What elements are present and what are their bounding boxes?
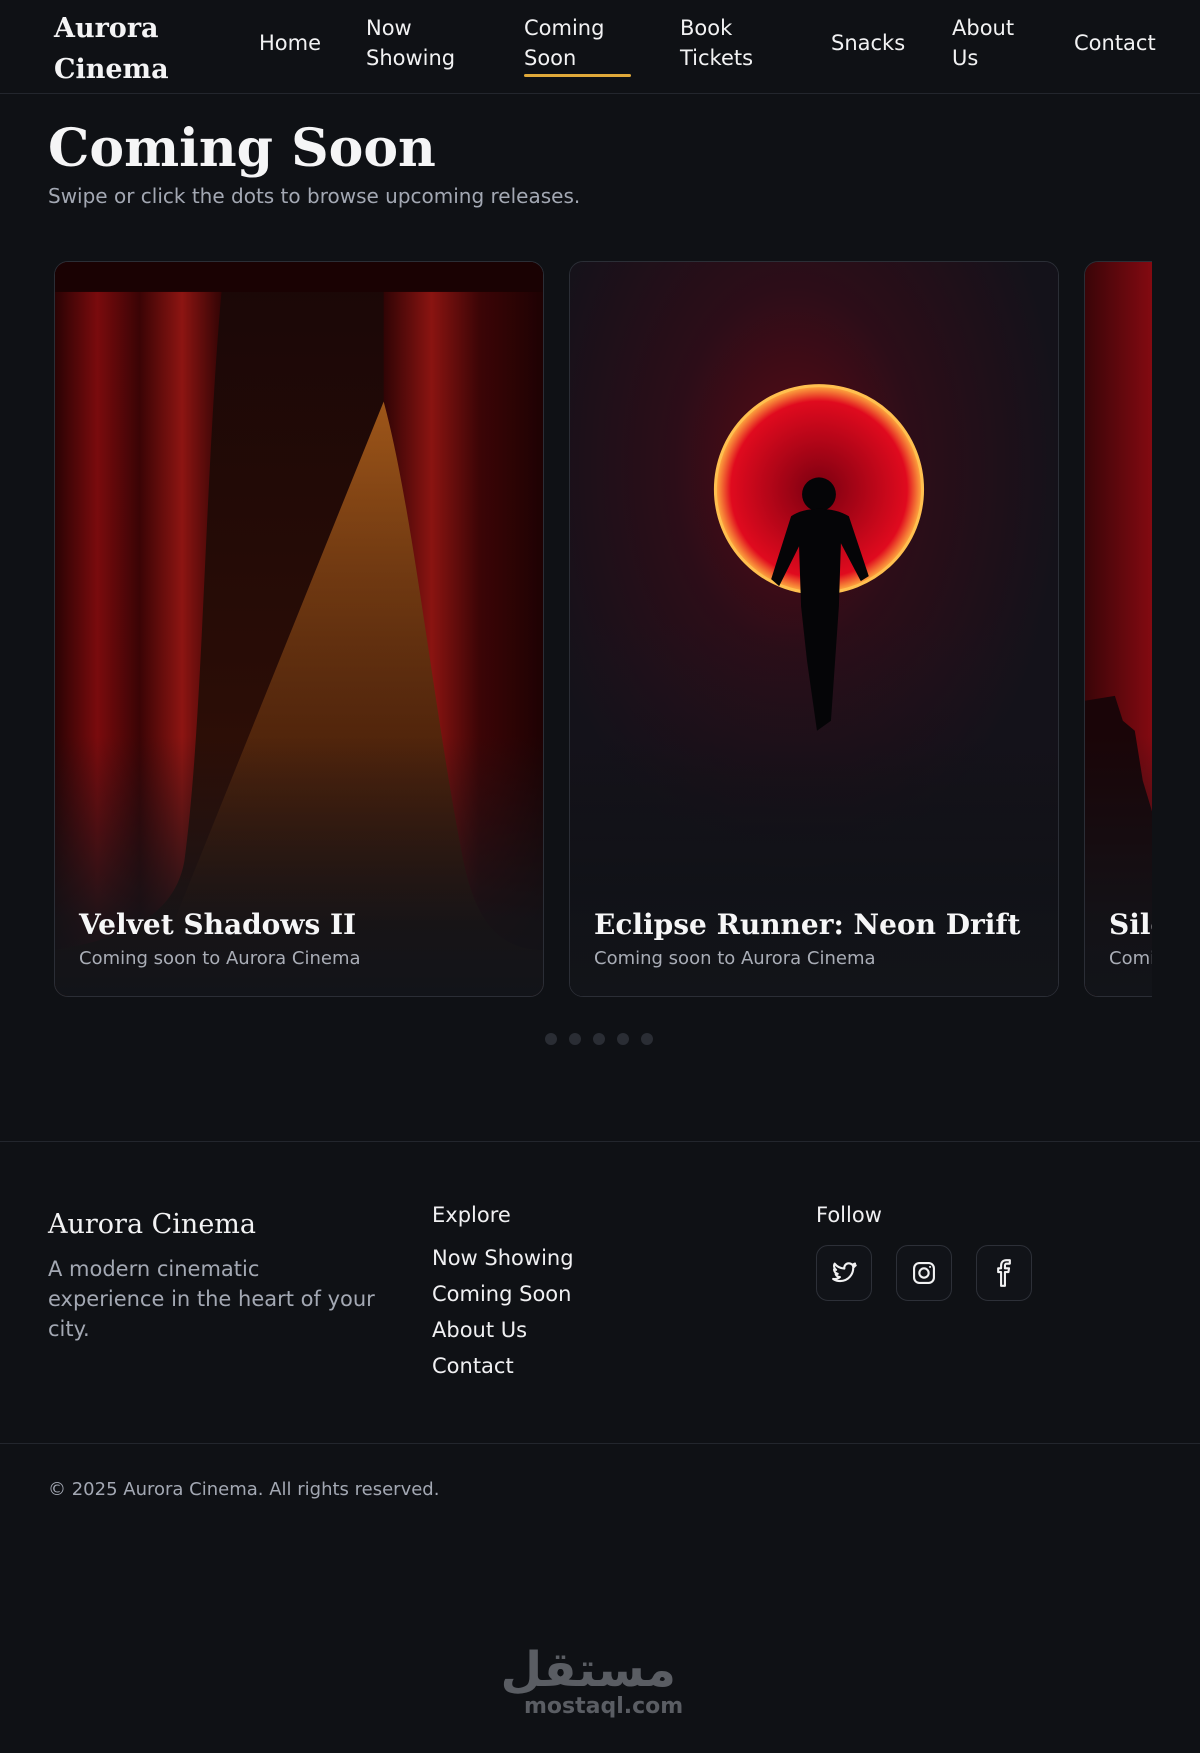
movie-card[interactable]: Velvet Shadows II Coming soon to Aurora … — [54, 261, 544, 997]
footer-brand: Aurora Cinema — [48, 1209, 256, 1240]
footer-link-contact[interactable]: Contact — [432, 1351, 514, 1381]
footer-divider — [0, 1141, 1200, 1142]
carousel-dot[interactable] — [617, 1033, 629, 1045]
coming-soon-carousel[interactable]: Velvet Shadows II Coming soon to Aurora … — [54, 261, 1152, 997]
watermark-latin: mostaql.com — [524, 1694, 684, 1719]
movie-card[interactable]: Sile Comi — [1084, 261, 1152, 997]
footer-tagline: A modern cinematic experience in the hea… — [48, 1257, 375, 1341]
nav-now-showing[interactable]: Now Showing — [366, 13, 466, 73]
nav-contact[interactable]: Contact — [1074, 28, 1156, 58]
nav-book-tickets[interactable]: Book Tickets — [680, 13, 770, 73]
movie-subtitle: Coming soon to Aurora Cinema — [594, 948, 876, 969]
page-subtitle: Swipe or click the dots to browse upcomi… — [48, 184, 581, 208]
footer-link-now-showing[interactable]: Now Showing — [432, 1243, 574, 1273]
nav-coming-soon-label: Coming Soon — [524, 16, 605, 70]
explore-heading: Explore — [432, 1203, 511, 1227]
top-navbar: Aurora Cinema Home Now Showing Coming So… — [0, 0, 1200, 94]
facebook-button[interactable] — [976, 1245, 1032, 1301]
carousel-dot[interactable] — [641, 1033, 653, 1045]
movie-title: Eclipse Runner: Neon Drift — [594, 908, 1021, 941]
instagram-button[interactable] — [896, 1245, 952, 1301]
active-nav-indicator — [524, 74, 631, 77]
mostaql-watermark: مستقل mostaql.com — [500, 1642, 684, 1719]
twitter-icon — [832, 1262, 857, 1283]
carousel-dot[interactable] — [593, 1033, 605, 1045]
facebook-icon — [997, 1259, 1011, 1287]
instagram-icon — [913, 1262, 935, 1284]
movie-subtitle: Comi — [1109, 948, 1152, 969]
nav-coming-soon[interactable]: Coming Soon — [524, 13, 631, 77]
movie-subtitle: Coming soon to Aurora Cinema — [79, 948, 361, 969]
movie-title: Sile — [1109, 908, 1152, 941]
copyright-text: © 2025 Aurora Cinema. All rights reserve… — [48, 1479, 440, 1500]
nav-snacks[interactable]: Snacks — [831, 28, 905, 58]
carousel-dot[interactable] — [545, 1033, 557, 1045]
watermark-arabic: مستقل — [500, 1642, 676, 1698]
brand-logo[interactable]: Aurora Cinema — [54, 8, 214, 90]
copyright-divider — [0, 1443, 1200, 1444]
movie-card[interactable]: Eclipse Runner: Neon Drift Coming soon t… — [569, 261, 1059, 997]
nav-about-us[interactable]: About Us — [952, 13, 1032, 73]
footer-link-about-us[interactable]: About Us — [432, 1315, 527, 1345]
follow-heading: Follow — [816, 1203, 882, 1227]
nav-home[interactable]: Home — [259, 28, 321, 58]
movie-title: Velvet Shadows II — [79, 908, 357, 941]
twitter-button[interactable] — [816, 1245, 872, 1301]
page-title: Coming Soon — [48, 118, 436, 179]
carousel-dot[interactable] — [569, 1033, 581, 1045]
footer-link-coming-soon[interactable]: Coming Soon — [432, 1279, 571, 1309]
